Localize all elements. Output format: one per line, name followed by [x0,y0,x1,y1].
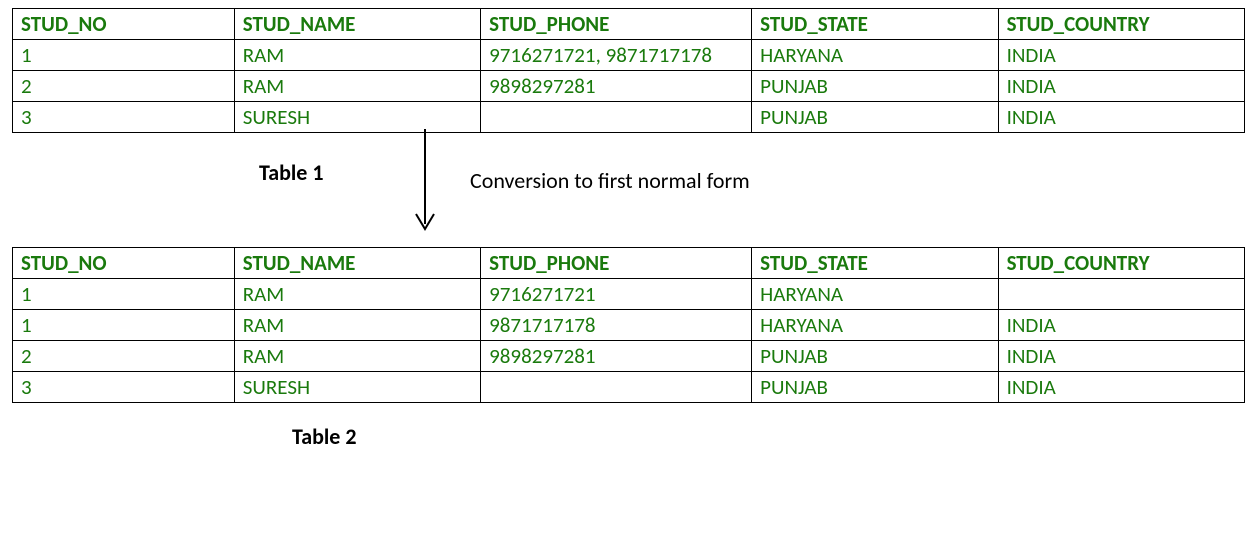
cell-stud-name: RAM [234,341,480,372]
cell-stud-phone: 9871717178 [481,310,752,341]
header-stud-country: STUD_COUNTRY [998,248,1244,279]
cell-stud-no: 1 [13,279,235,310]
cell-stud-phone: 9898297281 [481,71,752,102]
cell-stud-state: PUNJAB [752,372,998,403]
cell-stud-state: PUNJAB [752,71,998,102]
cell-stud-country: INDIA [998,102,1244,133]
table-2-label: Table 2 [292,423,1245,450]
cell-stud-phone: 9898297281 [481,341,752,372]
cell-stud-country: INDIA [998,341,1244,372]
cell-stud-name: RAM [234,279,480,310]
cell-stud-phone [481,102,752,133]
conversion-label: Conversion to first normal form [470,167,750,194]
cell-stud-state: PUNJAB [752,102,998,133]
cell-stud-phone: 9716271721 [481,279,752,310]
cell-stud-name: SURESH [234,372,480,403]
table-header-row: STUD_NO STUD_NAME STUD_PHONE STUD_STATE … [13,248,1245,279]
cell-stud-state: HARYANA [752,279,998,310]
cell-stud-phone [481,372,752,403]
header-stud-country: STUD_COUNTRY [998,9,1244,40]
cell-stud-phone: 9716271721, 9871717178 [481,40,752,71]
cell-stud-name: RAM [234,310,480,341]
header-stud-name: STUD_NAME [234,9,480,40]
cell-stud-no: 2 [13,71,235,102]
table-row: 1 RAM 9716271721, 9871717178 HARYANA IND… [13,40,1245,71]
cell-stud-name: RAM [234,71,480,102]
header-stud-phone: STUD_PHONE [481,248,752,279]
table-1: STUD_NO STUD_NAME STUD_PHONE STUD_STATE … [12,8,1245,133]
cell-stud-country: INDIA [998,40,1244,71]
cell-stud-no: 3 [13,102,235,133]
cell-stud-country: INDIA [998,71,1244,102]
cell-stud-state: PUNJAB [752,341,998,372]
table-row: 3 SURESH PUNJAB INDIA [13,372,1245,403]
cell-stud-name: SURESH [234,102,480,133]
cell-stud-no: 1 [13,40,235,71]
table-2: STUD_NO STUD_NAME STUD_PHONE STUD_STATE … [12,247,1245,403]
cell-stud-state: HARYANA [752,40,998,71]
down-arrow-icon [410,129,440,239]
table-row: 2 RAM 9898297281 PUNJAB INDIA [13,71,1245,102]
cell-stud-no: 2 [13,341,235,372]
conversion-area: Table 1 Conversion to first normal form [12,137,1245,247]
table-row: 2 RAM 9898297281 PUNJAB INDIA [13,341,1245,372]
header-stud-state: STUD_STATE [752,9,998,40]
cell-stud-state: HARYANA [752,310,998,341]
header-stud-name: STUD_NAME [234,248,480,279]
cell-stud-country: INDIA [998,310,1244,341]
cell-stud-name: RAM [234,40,480,71]
header-stud-phone: STUD_PHONE [481,9,752,40]
header-stud-no: STUD_NO [13,9,235,40]
table-row: 3 SURESH PUNJAB INDIA [13,102,1245,133]
cell-stud-country: INDIA [998,372,1244,403]
table-row: 1 RAM 9871717178 HARYANA INDIA [13,310,1245,341]
cell-stud-no: 3 [13,372,235,403]
cell-stud-no: 1 [13,310,235,341]
header-stud-state: STUD_STATE [752,248,998,279]
cell-stud-country [998,279,1244,310]
table-row: 1 RAM 9716271721 HARYANA [13,279,1245,310]
header-stud-no: STUD_NO [13,248,235,279]
table-header-row: STUD_NO STUD_NAME STUD_PHONE STUD_STATE … [13,9,1245,40]
table-1-label: Table 1 [259,159,324,186]
